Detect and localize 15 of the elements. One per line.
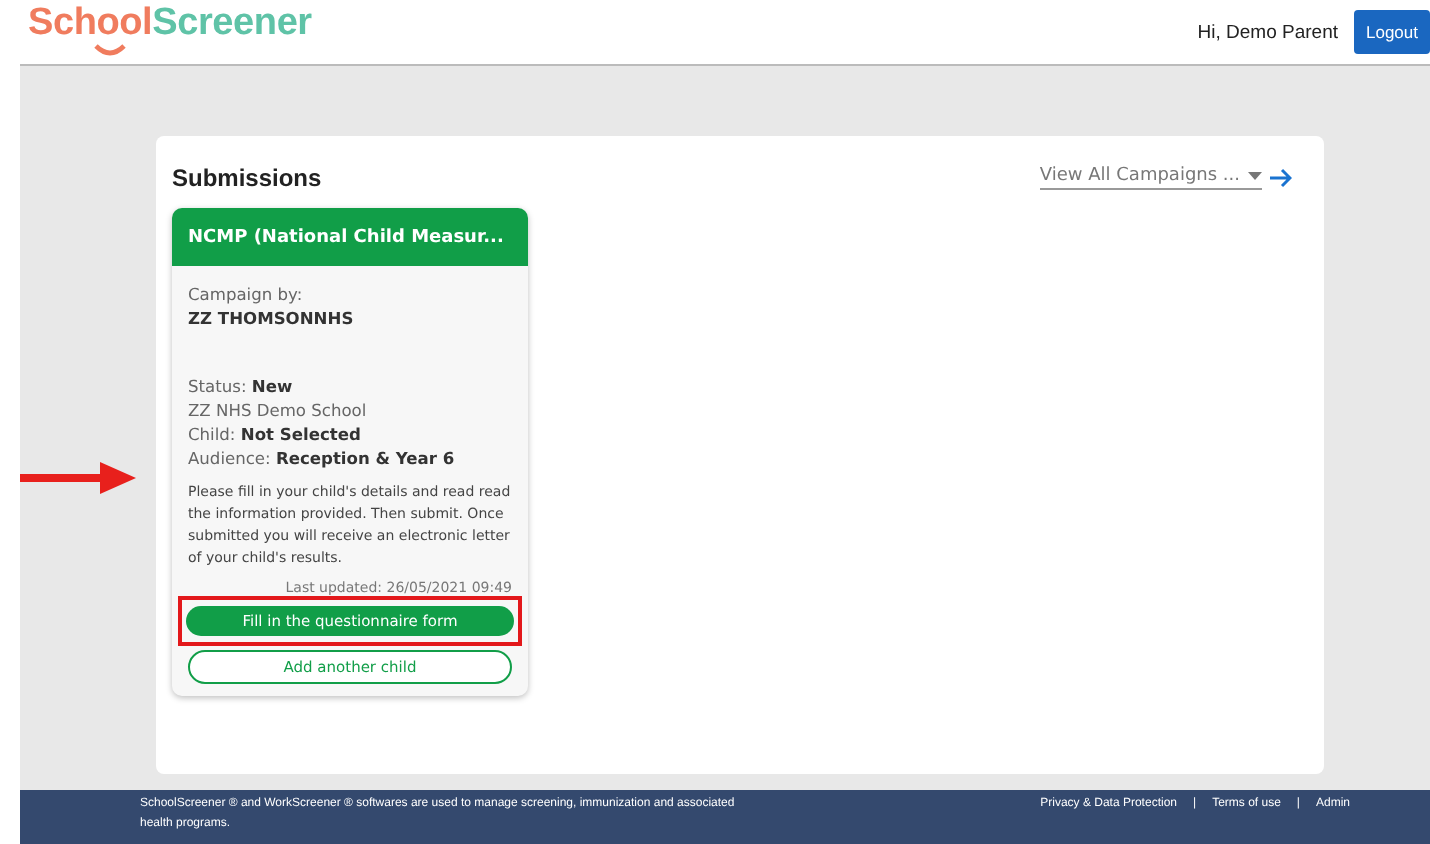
panel-title: Submissions [172, 164, 322, 192]
campaign-by-label: Campaign by: [188, 282, 305, 306]
detail-line: Status: New [188, 374, 295, 398]
detail-line: Audience: Reception & Year 6 [188, 446, 457, 470]
detail-line: Child: Not Selected [188, 422, 363, 446]
smile-icon [94, 44, 126, 56]
arrow-icon [20, 458, 140, 498]
logout-button[interactable]: Logout [1354, 10, 1430, 54]
campaign-dropdown[interactable]: View All Campaigns ... [1039, 166, 1262, 190]
arrow-right-icon[interactable] [1270, 168, 1292, 188]
greeting-text: Hi, Demo Parent [1197, 21, 1338, 43]
detail-line: ZZ NHS Demo School [188, 398, 369, 422]
card-title: NCMP (National Child Measur... [172, 208, 528, 266]
caret-icon [1248, 172, 1262, 180]
campaign-owner: ZZ THOMSONNHS [188, 306, 356, 330]
